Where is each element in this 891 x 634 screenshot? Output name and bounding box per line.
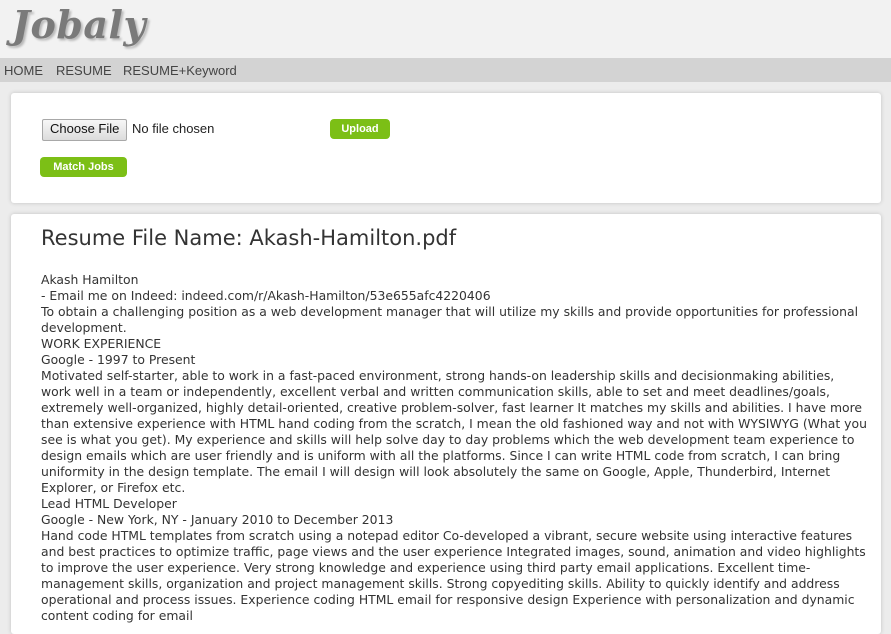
resume-file-title: Resume File Name: Akash-Hamilton.pdf <box>41 226 457 250</box>
header: Jobaly <box>0 0 891 58</box>
logo[interactable]: Jobaly <box>12 2 146 47</box>
upload-panel: Choose File No file chosen Upload Match … <box>11 93 881 203</box>
nav-home-link[interactable]: HOME <box>4 63 43 78</box>
resume-line: Google - New York, NY - January 2010 to … <box>41 512 394 527</box>
choose-file-button[interactable]: Choose File <box>42 119 128 141</box>
match-jobs-button[interactable]: Match Jobs <box>40 157 127 177</box>
resume-line: Hand code HTML templates from scratch us… <box>41 528 866 623</box>
resume-line: - Email me on Indeed: indeed.com/r/Akash… <box>41 288 491 303</box>
resume-line: WORK EXPERIENCE <box>41 336 162 351</box>
nav-bar: HOME RESUME RESUME+Keyword <box>0 58 891 82</box>
resume-line: Lead HTML Developer <box>41 496 177 511</box>
resume-text: Akash Hamilton - Email me on Indeed: ind… <box>41 272 867 624</box>
resume-line: To obtain a challenging position as a we… <box>41 304 859 335</box>
file-status-text: No file chosen <box>132 121 215 136</box>
nav-resume-link[interactable]: RESUME <box>56 63 112 78</box>
nav-resume-keyword-link[interactable]: RESUME+Keyword <box>123 63 237 78</box>
resume-line: Motivated self-starter, able to work in … <box>41 368 867 495</box>
resume-panel: Resume File Name: Akash-Hamilton.pdf Aka… <box>11 214 881 634</box>
resume-line: Google - 1997 to Present <box>41 352 196 367</box>
upload-button[interactable]: Upload <box>330 119 390 139</box>
resume-line: Akash Hamilton <box>41 272 139 287</box>
